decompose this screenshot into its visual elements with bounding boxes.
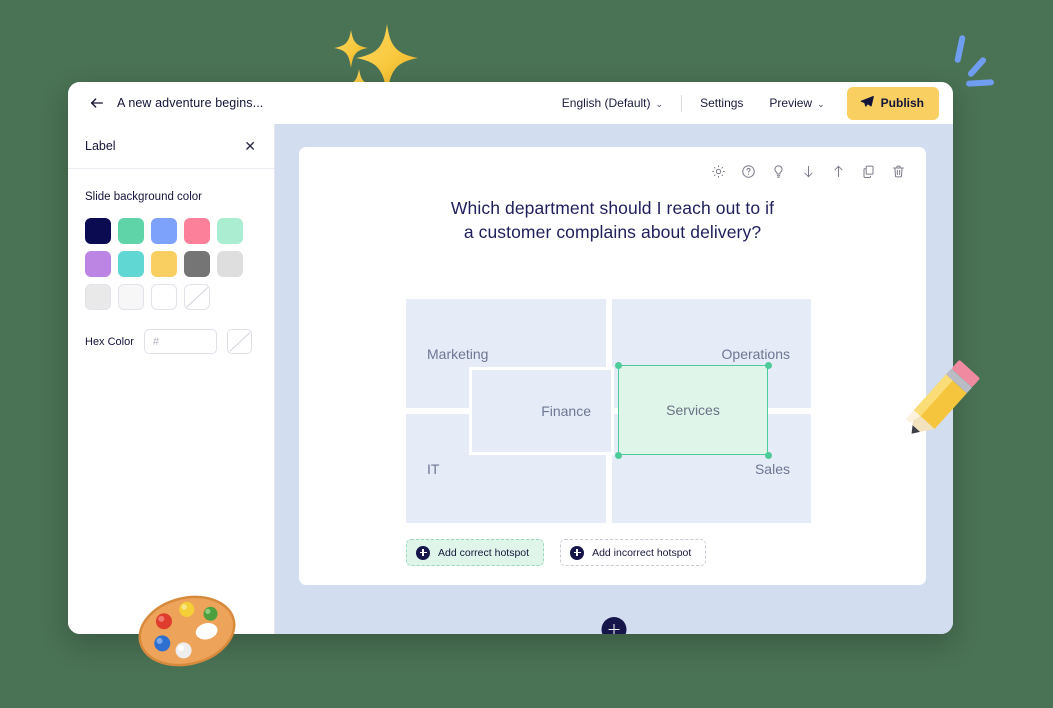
language-selector[interactable]: English (Default) ⌄ bbox=[549, 90, 676, 116]
publish-button[interactable]: Publish bbox=[846, 86, 939, 120]
selected-hotspot-services[interactable]: Services bbox=[614, 361, 772, 459]
panel-title: Label bbox=[85, 139, 116, 153]
hex-color-input[interactable] bbox=[143, 329, 217, 354]
top-bar-actions: English (Default) ⌄ Settings Preview ⌄ P… bbox=[549, 86, 939, 120]
chevron-down-icon: ⌄ bbox=[817, 98, 825, 109]
help-circle-icon[interactable] bbox=[740, 163, 757, 180]
hex-no-color-swatch[interactable] bbox=[226, 329, 252, 354]
tile-it-label: IT bbox=[427, 460, 440, 477]
add-slide-button[interactable] bbox=[601, 617, 627, 634]
swatch-row-3 bbox=[85, 284, 257, 310]
swatch-dark-gray[interactable] bbox=[184, 251, 210, 277]
swatch-row-2 bbox=[85, 251, 257, 277]
resize-handle-bottom-left[interactable] bbox=[614, 451, 622, 459]
language-label: English (Default) bbox=[561, 96, 651, 110]
swatch-turquoise[interactable] bbox=[118, 251, 144, 277]
add-correct-hotspot-button[interactable]: Add correct hotspot bbox=[406, 539, 545, 566]
swatch-near-white[interactable] bbox=[118, 284, 144, 310]
resize-handle-bottom-right[interactable] bbox=[764, 451, 772, 459]
settings-gear-icon[interactable] bbox=[710, 163, 727, 180]
swatch-cornflower-blue[interactable] bbox=[151, 218, 177, 244]
toolbar-divider bbox=[681, 94, 683, 112]
slide-toolbar bbox=[710, 163, 907, 180]
plus-icon bbox=[416, 545, 430, 560]
swatch-white[interactable] bbox=[151, 284, 177, 310]
tile-finance[interactable]: Finance bbox=[469, 367, 614, 455]
settings-button[interactable]: Settings bbox=[687, 90, 756, 116]
resize-handle-top-right[interactable] bbox=[764, 361, 772, 369]
publish-label: Publish bbox=[880, 96, 924, 110]
swatch-navy[interactable] bbox=[85, 218, 111, 244]
add-incorrect-hotspot-button[interactable]: Add incorrect hotspot bbox=[560, 539, 707, 566]
sidebar-panel: Label ✕ Slide background color Hex Color… bbox=[68, 124, 275, 634]
swatch-light-gray[interactable] bbox=[217, 251, 243, 277]
duplicate-icon[interactable] bbox=[860, 163, 877, 180]
document-title[interactable]: A new adventure begins... bbox=[117, 96, 263, 110]
move-up-arrow-icon[interactable] bbox=[830, 163, 847, 180]
close-icon[interactable]: ✕ bbox=[244, 139, 256, 153]
swatch-none[interactable] bbox=[184, 284, 210, 310]
hotspot-actions: Add correct hotspot Add incorrect hotspo… bbox=[406, 539, 707, 566]
swatch-row-1 bbox=[85, 218, 257, 244]
slide-background-color-label: Slide background color bbox=[85, 191, 202, 203]
slide-card[interactable]: Which department should I reach out to i… bbox=[299, 147, 926, 585]
app-window: A new adventure begins... English (Defau… bbox=[68, 82, 953, 634]
slide-canvas: Which department should I reach out to i… bbox=[275, 124, 953, 634]
lightbulb-icon[interactable] bbox=[770, 163, 787, 180]
question-text[interactable]: Which department should I reach out to i… bbox=[359, 197, 866, 245]
swatch-off-white[interactable] bbox=[85, 284, 111, 310]
swatch-pale-mint[interactable] bbox=[217, 218, 243, 244]
swatch-mint-green[interactable] bbox=[118, 218, 144, 244]
tile-finance-label: Finance bbox=[541, 403, 591, 419]
swatch-purple[interactable] bbox=[85, 251, 111, 277]
chevron-down-icon: ⌄ bbox=[655, 98, 664, 109]
plus-icon bbox=[570, 545, 585, 560]
window-body: Label ✕ Slide background color Hex Color… bbox=[68, 124, 953, 634]
hotspot-image-grid: Marketing Operations IT Sales Finance Se… bbox=[406, 299, 811, 523]
question-line-1: Which department should I reach out to i… bbox=[450, 198, 775, 218]
resize-handle-top-left[interactable] bbox=[614, 361, 622, 369]
add-incorrect-hotspot-label: Add incorrect hotspot bbox=[592, 546, 692, 559]
preview-label: Preview bbox=[769, 96, 813, 110]
top-bar: A new adventure begins... English (Defau… bbox=[68, 82, 953, 124]
back-arrow-icon[interactable] bbox=[88, 94, 106, 112]
tile-sales-label: Sales bbox=[754, 460, 790, 477]
hotspot-services-label: Services bbox=[666, 402, 720, 418]
hex-color-row: Hex Color bbox=[85, 329, 257, 354]
panel-header: Label ✕ bbox=[68, 124, 274, 169]
swatch-pink[interactable] bbox=[184, 218, 210, 244]
question-line-2: a customer complains about delivery? bbox=[463, 221, 762, 242]
add-correct-hotspot-label: Add correct hotspot bbox=[438, 546, 530, 559]
trash-icon[interactable] bbox=[890, 163, 907, 180]
swatch-yellow[interactable] bbox=[151, 251, 177, 277]
tile-operations-label: Operations bbox=[721, 345, 790, 362]
hex-color-label: Hex Color bbox=[85, 335, 134, 348]
send-plane-icon bbox=[860, 95, 874, 112]
panel-content: Slide background color Hex Color # bbox=[68, 169, 274, 354]
no-color-slash-icon bbox=[185, 285, 209, 309]
move-down-arrow-icon[interactable] bbox=[800, 163, 817, 180]
tile-marketing-label: Marketing bbox=[427, 345, 489, 362]
preview-button[interactable]: Preview ⌄ bbox=[756, 90, 837, 116]
no-color-slash-icon bbox=[228, 330, 251, 353]
